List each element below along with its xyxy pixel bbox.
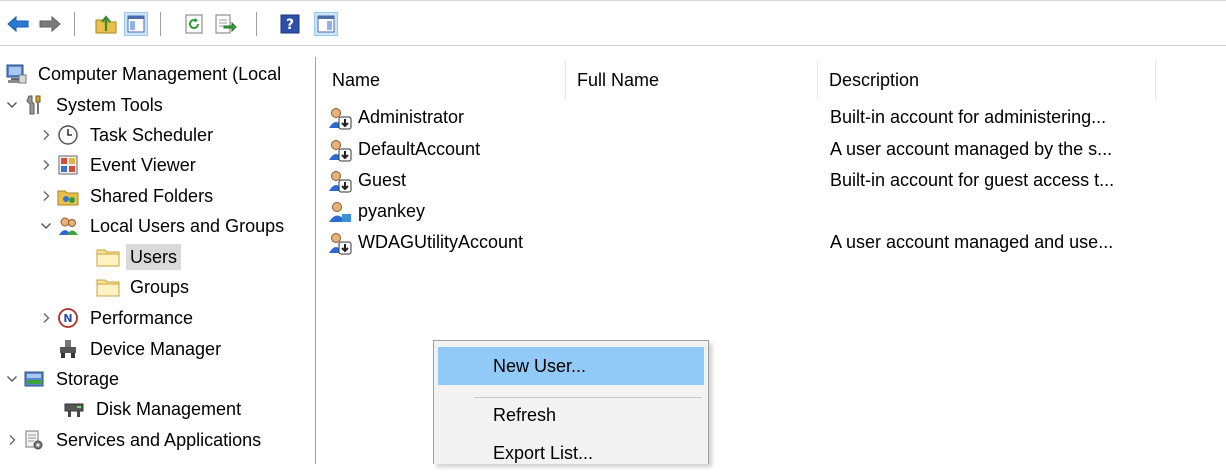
clock-icon xyxy=(56,123,80,147)
disabled-user-icon xyxy=(329,140,352,162)
disk-management-icon xyxy=(62,397,86,421)
column-header-full-name[interactable]: Full Name xyxy=(566,61,818,99)
user-description: Built-in account for administering... xyxy=(830,107,1107,127)
user-description: A user account managed and use... xyxy=(830,232,1114,252)
storage-icon xyxy=(22,367,46,391)
tree-item-task-scheduler[interactable]: Task Scheduler xyxy=(36,121,217,149)
show-hide-console-tree-button[interactable] xyxy=(124,12,148,36)
back-button[interactable] xyxy=(6,12,30,36)
folder-up-icon xyxy=(95,15,117,34)
tree-item-label: Device Manager xyxy=(90,339,222,359)
console-tree: Computer Management (Local System Tools … xyxy=(0,57,316,464)
tree-item-label: Disk Management xyxy=(96,399,242,419)
export-list-button[interactable] xyxy=(214,12,238,36)
toolbar-separator xyxy=(160,12,161,36)
folder-icon xyxy=(96,245,120,269)
arrow-left-icon xyxy=(7,15,29,33)
disabled-user-icon xyxy=(329,171,352,193)
tree-item-label: Local Users and Groups xyxy=(90,216,285,236)
chevron-right-icon[interactable] xyxy=(36,151,56,179)
svg-text:N: N xyxy=(63,312,72,325)
event-viewer-icon xyxy=(56,153,80,177)
chevron-down-icon[interactable] xyxy=(2,365,22,393)
tree-item-event-viewer[interactable]: Event Viewer xyxy=(36,151,200,179)
system-tools-icon xyxy=(22,93,46,117)
tree-item-system-tools[interactable]: System Tools xyxy=(2,91,167,119)
toolbar-separator xyxy=(256,12,257,36)
chevron-right-icon[interactable] xyxy=(36,121,56,149)
tree-item-label: Task Scheduler xyxy=(90,125,214,145)
forward-button[interactable] xyxy=(38,12,62,36)
tree-item-performance[interactable]: N Performance xyxy=(36,304,197,332)
column-header-name[interactable]: Name xyxy=(321,61,566,99)
user-icon xyxy=(329,202,351,222)
table-row[interactable]: DefaultAccount A user account managed by… xyxy=(320,134,1226,165)
refresh-button[interactable] xyxy=(182,12,206,36)
table-row[interactable]: Administrator Built-in account for admin… xyxy=(320,102,1226,133)
user-name: pyankey xyxy=(358,201,426,221)
tree-item-label: Storage xyxy=(56,369,120,389)
chevron-right-icon[interactable] xyxy=(2,426,22,454)
user-name: WDAGUtilityAccount xyxy=(358,232,524,252)
column-header-description[interactable]: Description xyxy=(818,61,1156,99)
table-row[interactable]: pyankey xyxy=(320,196,1226,227)
table-row[interactable]: Guest Built-in account for guest access … xyxy=(320,165,1226,196)
export-icon xyxy=(215,14,237,34)
chevron-down-icon[interactable] xyxy=(36,212,56,240)
toolbar: ? xyxy=(0,0,1226,46)
arrow-right-icon xyxy=(39,15,61,33)
action-pane-icon xyxy=(317,15,335,33)
shared-folders-icon xyxy=(56,184,80,208)
device-manager-icon xyxy=(56,337,80,361)
tree-item-label: Performance xyxy=(90,308,194,328)
services-icon xyxy=(22,428,46,452)
chevron-right-icon[interactable] xyxy=(36,304,56,332)
user-description: Built-in account for guest access t... xyxy=(830,170,1115,190)
tree-item-label: Groups xyxy=(130,277,190,297)
tree-item-label: Computer Management (Local xyxy=(38,64,282,84)
help-button[interactable]: ? xyxy=(278,12,302,36)
tree-item-services-and-applications[interactable]: Services and Applications xyxy=(2,426,265,454)
tree-item-label: System Tools xyxy=(56,95,163,115)
user-description: A user account managed by the s... xyxy=(830,139,1113,159)
disabled-user-icon xyxy=(329,108,352,130)
user-name: DefaultAccount xyxy=(358,139,481,159)
svg-text:?: ? xyxy=(286,17,294,33)
table-row[interactable]: WDAGUtilityAccount A user account manage… xyxy=(320,227,1226,258)
chevron-right-icon[interactable] xyxy=(36,182,56,210)
tree-item-shared-folders[interactable]: Shared Folders xyxy=(36,182,217,210)
help-icon: ? xyxy=(280,14,300,34)
show-hide-action-pane-button[interactable] xyxy=(314,12,338,36)
computer-management-icon xyxy=(4,62,28,86)
tree-item-device-manager[interactable]: Device Manager xyxy=(56,335,225,363)
tree-item-users[interactable]: Users xyxy=(96,243,182,271)
folder-icon xyxy=(96,275,120,299)
tree-item-local-users-and-groups[interactable]: Local Users and Groups xyxy=(36,212,288,240)
menu-item-export-list[interactable]: Export List... xyxy=(438,434,704,472)
context-menu: New User... Refresh Export List... xyxy=(433,340,709,464)
console-tree-icon xyxy=(127,15,145,33)
tree-item-disk-management[interactable]: Disk Management xyxy=(62,395,245,423)
tree-item-label: Shared Folders xyxy=(90,186,214,206)
tree-item-label: Event Viewer xyxy=(90,155,196,175)
tree-item-storage[interactable]: Storage xyxy=(2,365,123,393)
menu-item-new-user[interactable]: New User... xyxy=(438,347,704,385)
users-groups-icon xyxy=(56,214,80,238)
performance-icon: N xyxy=(56,306,80,330)
user-name: Administrator xyxy=(358,107,465,127)
user-name: Guest xyxy=(358,170,407,190)
tree-item-computer-management[interactable]: Computer Management (Local xyxy=(4,60,285,88)
chevron-down-icon[interactable] xyxy=(2,91,22,119)
tree-item-groups[interactable]: Groups xyxy=(96,273,193,301)
refresh-icon xyxy=(185,14,203,34)
up-one-level-button[interactable] xyxy=(94,12,118,36)
toolbar-separator xyxy=(74,12,75,36)
tree-item-label: Services and Applications xyxy=(56,430,262,450)
menu-item-refresh[interactable]: Refresh xyxy=(438,396,704,434)
disabled-user-icon xyxy=(329,233,352,255)
tree-item-label: Users xyxy=(126,244,182,270)
